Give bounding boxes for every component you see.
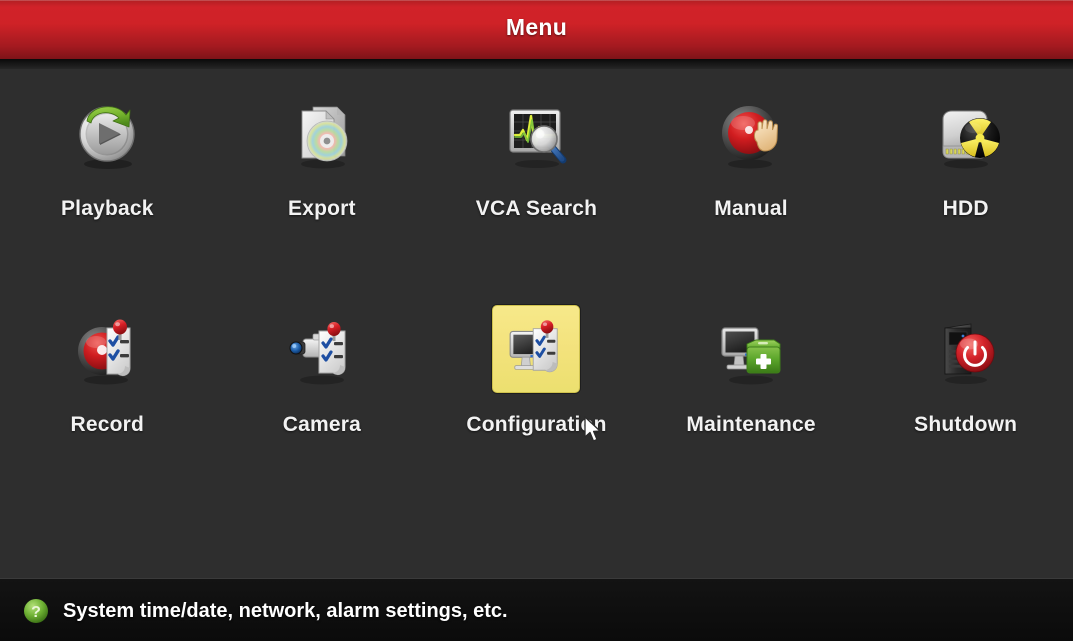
- menu-item-maintenance[interactable]: Maintenance: [644, 285, 859, 501]
- playback-icon-box: [63, 89, 151, 177]
- hdd-icon-box: [922, 89, 1010, 177]
- menu-item-camera[interactable]: Camera: [215, 285, 430, 501]
- footer-bar: ? System time/date, network, alarm setti…: [0, 578, 1073, 641]
- record-icon-box: [63, 305, 151, 393]
- menu-grid-area: Playback Export VCA Search Manual HDD Re…: [0, 69, 1073, 578]
- configuration-icon-box: [492, 305, 581, 393]
- title-bar-shadow: [0, 59, 1073, 69]
- menu-item-playback[interactable]: Playback: [0, 69, 215, 285]
- menu-item-label: Camera: [282, 413, 362, 436]
- vca-search-icon: [509, 109, 567, 168]
- menu-item-hdd[interactable]: HDD: [858, 69, 1073, 285]
- hdd-icon: [942, 110, 1000, 169]
- record-icon: [78, 319, 131, 385]
- menu-grid: Playback Export VCA Search Manual HDD Re…: [0, 69, 1073, 501]
- menu-item-vca-search[interactable]: VCA Search: [429, 69, 644, 285]
- menu-item-label: Configuration: [466, 413, 607, 436]
- menu-item-label: Maintenance: [686, 413, 816, 436]
- nvr-menu-window: Menu Playback Export VCA Search Manual H…: [0, 0, 1073, 641]
- menu-item-label: Record: [70, 413, 145, 436]
- vca-search-icon-box: [492, 89, 580, 177]
- camera-icon: [289, 322, 346, 385]
- manual-icon: [722, 106, 779, 169]
- title-bar: Menu: [0, 0, 1073, 59]
- shutdown-icon: [944, 323, 995, 384]
- menu-item-configuration[interactable]: Configuration: [429, 285, 644, 501]
- export-icon: [300, 106, 348, 169]
- export-icon-box: [278, 89, 366, 177]
- menu-item-label: HDD: [942, 197, 989, 220]
- shutdown-icon-box: [922, 305, 1010, 393]
- menu-item-label: Export: [288, 197, 356, 220]
- playback-icon: [79, 106, 135, 169]
- page-title: Menu: [505, 14, 568, 40]
- camera-icon-box: [278, 305, 366, 393]
- menu-item-shutdown[interactable]: Shutdown: [858, 285, 1073, 501]
- menu-item-manual[interactable]: Manual: [644, 69, 859, 285]
- menu-item-label: Shutdown: [914, 413, 1018, 436]
- menu-row-1: Playback Export VCA Search Manual HDD: [0, 69, 1073, 285]
- manual-icon-box: [707, 89, 795, 177]
- status-hint: ? System time/date, network, alarm setti…: [22, 597, 508, 625]
- menu-item-label: Playback: [60, 197, 154, 220]
- menu-item-label: VCA Search: [475, 197, 598, 220]
- svg-text:?: ?: [31, 604, 41, 621]
- question-mark-icon: ?: [24, 599, 48, 623]
- configuration-icon: [510, 320, 559, 373]
- status-hint-text: System time/date, network, alarm setting…: [63, 599, 508, 622]
- menu-item-export[interactable]: Export: [215, 69, 430, 285]
- menu-row-2: Record Camera Configuration Maintenance …: [0, 285, 1073, 501]
- maintenance-icon-box: [707, 305, 795, 393]
- maintenance-icon: [721, 327, 781, 385]
- menu-item-label: Manual: [714, 197, 788, 220]
- menu-item-record[interactable]: Record: [0, 285, 215, 501]
